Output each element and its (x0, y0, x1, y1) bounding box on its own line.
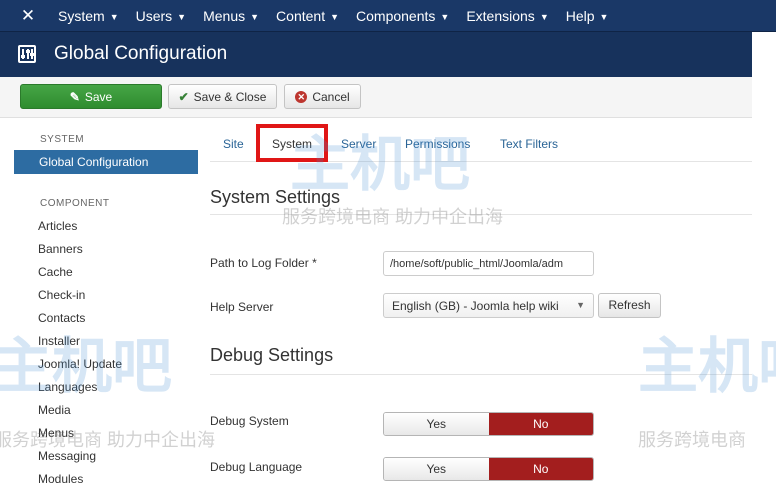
sidebar-heading-system: SYSTEM (40, 134, 85, 145)
sidebar-item-global-configuration[interactable]: Global Configuration (14, 150, 198, 174)
menu-components[interactable]: Components ▼ (356, 8, 449, 24)
sidebar-item-cache[interactable]: Cache (38, 265, 73, 279)
caret-down-icon: ▼ (599, 12, 609, 22)
sidebar: SYSTEM Global Configuration COMPONENT Ar… (0, 118, 200, 494)
top-menu: System ▼ Users ▼ Menus ▼ Content ▼ Component… (58, 0, 625, 32)
tab-text-filters[interactable]: Text Filters (500, 137, 558, 151)
tab-site[interactable]: Site (223, 137, 244, 151)
debug-language-toggle[interactable]: Yes No (383, 457, 594, 481)
menu-extensions[interactable]: Extensions ▼ (466, 8, 548, 24)
sidebar-item-contacts[interactable]: Contacts (38, 311, 85, 325)
section-divider (210, 214, 752, 215)
config-tabs: Site System Server Permissions Text Filt… (210, 124, 752, 162)
debug-system-label: Debug System (210, 414, 289, 428)
help-server-select[interactable]: English (GB) - Joomla help wiki ▼ (383, 293, 594, 318)
debug-language-label: Debug Language (210, 460, 303, 474)
sidebar-item-modules[interactable]: Modules (38, 472, 83, 486)
sidebar-item-articles[interactable]: Articles (38, 219, 77, 233)
menu-help[interactable]: Help ▼ (566, 8, 609, 24)
tab-permissions[interactable]: Permissions (405, 137, 470, 151)
sidebar-item-joomla-update[interactable]: Joomla! Update (38, 357, 122, 371)
sidebar-item-check-in[interactable]: Check-in (38, 288, 85, 302)
cancel-button[interactable]: ✕ Cancel (284, 84, 361, 109)
caret-down-icon: ▼ (539, 12, 549, 22)
top-navbar: ✕ System ▼ Users ▼ Menus ▼ Content ▼ Compone… (0, 0, 776, 32)
debug-system-no[interactable]: No (488, 413, 593, 435)
debug-language-no[interactable]: No (488, 458, 593, 480)
toolbar: ✎ Save ✔ Save & Close ✕ Cancel (0, 77, 752, 118)
debug-language-yes[interactable]: Yes (384, 458, 489, 480)
caret-down-icon: ▼ (440, 12, 450, 22)
caret-down-icon: ▼ (109, 12, 119, 22)
sidebar-item-languages[interactable]: Languages (38, 380, 97, 394)
watermark-text: 服务跨境电商 (638, 430, 746, 450)
help-server-label: Help Server (210, 300, 274, 314)
save-button[interactable]: ✎ Save (20, 84, 162, 109)
caret-down-icon: ▼ (177, 12, 187, 22)
sidebar-item-installer[interactable]: Installer (38, 334, 80, 348)
caret-down-icon: ▼ (250, 12, 260, 22)
page-title: Global Configuration (54, 43, 228, 64)
sidebar-item-menus[interactable]: Menus (38, 426, 74, 440)
debug-system-yes[interactable]: Yes (384, 413, 489, 435)
save-close-button[interactable]: ✔ Save & Close (168, 84, 277, 109)
section-divider (210, 374, 752, 375)
debug-system-toggle[interactable]: Yes No (383, 412, 594, 436)
check-icon: ✔ (178, 89, 189, 104)
edit-icon: ✎ (69, 89, 80, 104)
system-settings-title: System Settings (210, 187, 341, 207)
equalizer-icon (18, 45, 36, 63)
menu-content[interactable]: Content ▼ (276, 8, 339, 24)
sidebar-heading-component: COMPONENT (40, 198, 110, 209)
log-path-input[interactable] (383, 251, 594, 276)
caret-down-icon: ▼ (330, 12, 340, 22)
sidebar-item-banners[interactable]: Banners (38, 242, 83, 256)
sidebar-item-messaging[interactable]: Messaging (38, 449, 96, 463)
page-header: Global Configuration (0, 32, 752, 77)
menu-menus[interactable]: Menus ▼ (203, 8, 259, 24)
menu-system[interactable]: System ▼ (58, 8, 119, 24)
debug-settings-title: Debug Settings (210, 345, 334, 365)
tab-system[interactable]: System (272, 137, 312, 151)
help-server-value: English (GB) - Joomla help wiki (392, 299, 559, 313)
tab-server[interactable]: Server (341, 137, 376, 151)
caret-down-icon: ▼ (576, 300, 585, 310)
sidebar-item-media[interactable]: Media (38, 403, 71, 417)
refresh-button[interactable]: Refresh (598, 293, 661, 318)
watermark-logo: 主机吧 (638, 333, 776, 400)
joomla-logo-icon[interactable]: ✕ (18, 6, 38, 26)
log-path-label: Path to Log Folder * (210, 256, 317, 270)
menu-users[interactable]: Users ▼ (136, 8, 186, 24)
cancel-icon: ✕ (295, 90, 308, 103)
